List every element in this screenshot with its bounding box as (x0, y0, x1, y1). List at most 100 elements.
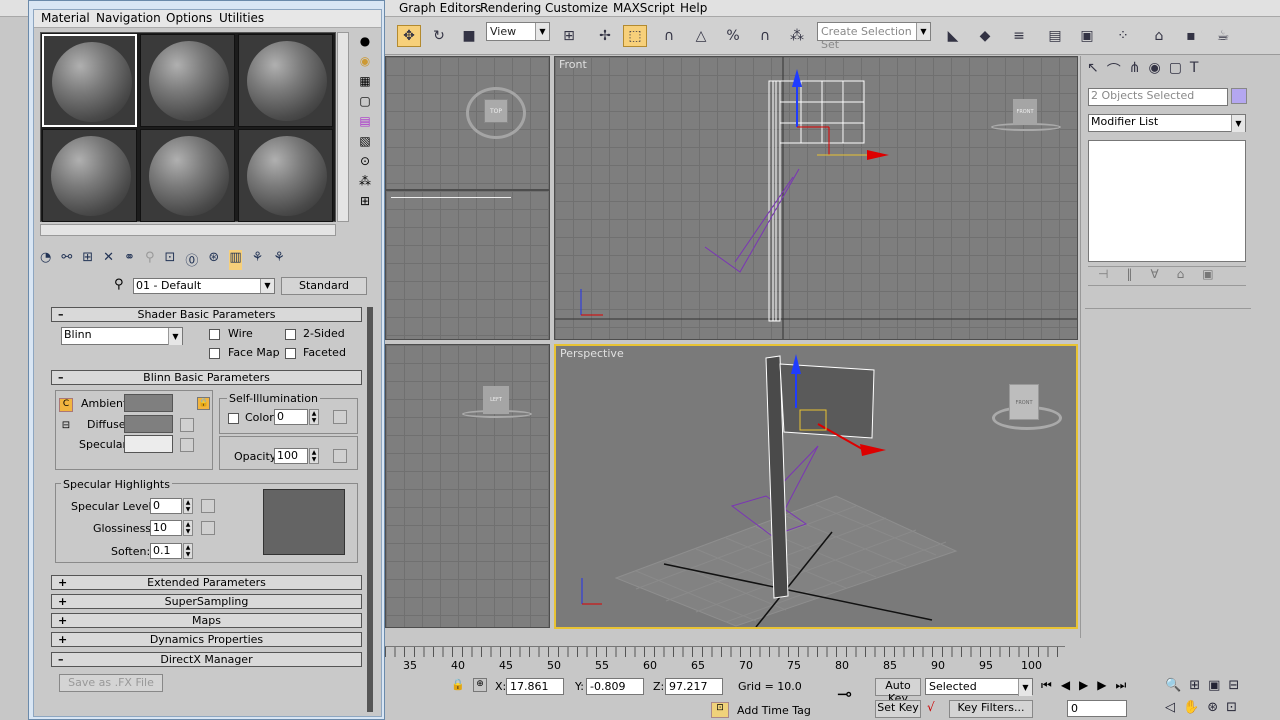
key-mode-dropdown[interactable]: Selected ▼ (925, 678, 1033, 696)
ambient-lock-icon[interactable]: C (59, 398, 73, 412)
slots-scrollbar[interactable] (337, 32, 349, 222)
assign-to-selection-icon[interactable]: ⊞ (82, 250, 93, 270)
zoom-extents-icon[interactable]: ▣ (1208, 678, 1220, 693)
sample-slot[interactable] (42, 34, 137, 127)
soften-spinner[interactable]: ▲ ▼ (183, 543, 193, 559)
key-filters-button[interactable]: Key Filters... (949, 700, 1033, 718)
configure-sets-icon[interactable]: ▣ (1202, 267, 1213, 285)
zoom-all-icon[interactable]: ⊞ (1189, 678, 1200, 693)
supersampling-header[interactable]: + SuperSampling (51, 594, 362, 609)
specular-level-field[interactable]: 0 (150, 498, 182, 514)
video-color-check-icon[interactable]: ▤ (359, 114, 370, 128)
maximize-viewport-icon[interactable]: ⊡ (1226, 700, 1237, 715)
extended-parameters-header[interactable]: + Extended Parameters (51, 575, 362, 590)
render-teapot-icon[interactable]: ☕ (1211, 25, 1235, 47)
keyboard-shortcut-toggle-icon[interactable]: ⬚ (623, 25, 647, 47)
material-name-field[interactable]: 01 - Default ▼ (133, 278, 275, 294)
wire-checkbox[interactable] (209, 329, 220, 340)
select-and-rotate-icon[interactable]: ↻ (427, 25, 451, 47)
me-menu-navigation[interactable]: Navigation (96, 11, 161, 25)
select-manipulate-icon[interactable]: ✢ (593, 25, 617, 47)
pick-material-icon[interactable]: ⚲ (114, 277, 124, 292)
show-map-in-viewport-icon[interactable]: ⊛ (208, 250, 219, 270)
viewcube-perspective[interactable]: FRONT (992, 380, 1062, 434)
zoom-extents-all-icon[interactable]: ⊟ (1228, 678, 1239, 693)
get-material-icon[interactable]: ◔ (40, 250, 51, 270)
show-end-result-icon[interactable]: ▥ (229, 250, 242, 270)
motion-tab-icon[interactable]: ◉ (1148, 60, 1160, 82)
maps-header[interactable]: + Maps (51, 613, 362, 628)
set-key-key-icon[interactable]: ⊸ (837, 684, 852, 705)
set-key-button[interactable]: Set Key (875, 700, 921, 718)
faceted-checkbox[interactable] (285, 348, 296, 359)
options-icon[interactable]: ⊙ (360, 154, 370, 168)
me-menu-utilities[interactable]: Utilities (219, 11, 264, 25)
background-checker-icon[interactable]: ▦ (359, 74, 370, 88)
align-icon[interactable]: ◆ (973, 25, 997, 47)
viewport-front[interactable]: Front FRONT (554, 56, 1078, 340)
snaps-toggle-icon[interactable]: ∩ (657, 25, 681, 47)
lock-icon[interactable]: 🔒 (451, 678, 465, 691)
pin-stack-icon[interactable]: ⊣ (1098, 267, 1108, 285)
viewport-top[interactable]: TOP (385, 56, 550, 190)
select-and-scale-icon[interactable]: ■ (457, 25, 481, 47)
viewcube-icon[interactable]: TOP (484, 99, 508, 123)
specular-level-map-button[interactable] (201, 499, 215, 513)
viewport-perspective[interactable]: Perspective FRONT (554, 344, 1078, 629)
diffuse-color-swatch[interactable] (124, 415, 173, 433)
shader-type-dropdown[interactable]: Blinn ▼ (61, 327, 183, 345)
reset-map-icon[interactable]: ✕ (103, 250, 114, 270)
menu-customize[interactable]: Customize (545, 1, 608, 15)
sample-type-sphere-icon[interactable]: ● (360, 34, 370, 48)
blinn-basic-header[interactable]: – Blinn Basic Parameters (51, 370, 362, 385)
shader-basic-header[interactable]: – Shader Basic Parameters (51, 307, 362, 322)
viewcube-front[interactable]: FRONT (991, 99, 1061, 131)
time-ruler[interactable]: 35 40 45 50 55 60 65 70 75 80 85 90 95 1… (385, 646, 1065, 672)
modifier-stack[interactable] (1088, 140, 1246, 262)
put-to-scene-icon[interactable]: ⚯ (61, 250, 72, 270)
viewport-top-lower[interactable] (385, 190, 550, 340)
field-of-view-icon[interactable]: ◁ (1165, 700, 1175, 715)
glossiness-spinner[interactable]: ▲ ▼ (183, 520, 193, 536)
menu-maxscript[interactable]: MAXScript (613, 1, 675, 15)
layer-manager-icon[interactable]: ≡ (1007, 25, 1031, 47)
current-frame-field[interactable]: 0 (1067, 700, 1127, 717)
go-to-parent-icon[interactable]: ⚘ (252, 250, 264, 270)
backlight-icon[interactable]: ◉ (360, 54, 370, 68)
two-sided-checkbox[interactable] (285, 329, 296, 340)
material-navigator-icon[interactable]: ⊞ (360, 194, 370, 208)
play-icon[interactable]: ▶ (1079, 678, 1088, 693)
me-menu-material[interactable]: Material (41, 11, 90, 25)
self-illum-value-field[interactable]: 0 (274, 409, 308, 425)
glossiness-field[interactable]: 10 (150, 520, 182, 536)
angle-snap-icon[interactable]: △ (689, 25, 713, 47)
soften-field[interactable]: 0.1 (150, 543, 182, 559)
y-coord-field[interactable]: -0.809 (586, 678, 644, 695)
go-to-start-icon[interactable]: ⏮ (1041, 678, 1052, 693)
dynamics-properties-header[interactable]: + Dynamics Properties (51, 632, 362, 647)
pan-hand-icon[interactable]: ✋ (1183, 700, 1199, 715)
ambient-color-swatch[interactable] (124, 394, 173, 412)
directx-manager-header[interactable]: – DirectX Manager (51, 652, 362, 667)
material-editor-icon[interactable]: ⁘ (1111, 25, 1135, 47)
sample-slot[interactable] (140, 34, 235, 127)
add-time-tag-button[interactable]: Add Time Tag (737, 704, 811, 717)
percent-snap-icon[interactable]: % (721, 25, 745, 47)
opacity-spinner[interactable]: ▲ ▼ (309, 448, 319, 464)
lock-icon[interactable]: 🔒 (197, 397, 210, 410)
hierarchy-tab-icon[interactable]: ⋔ (1129, 60, 1141, 82)
edit-named-selection-icon[interactable]: ⁂ (785, 25, 809, 47)
viewport-left[interactable]: LEFT (385, 344, 550, 628)
self-illum-spinner[interactable]: ▲ ▼ (309, 409, 319, 425)
glossiness-map-button[interactable] (201, 521, 215, 535)
menu-rendering[interactable]: Rendering (480, 1, 541, 15)
graphite-ribbon-icon[interactable]: ▤ (1043, 25, 1067, 47)
auto-key-button[interactable]: Auto Key (875, 678, 921, 705)
pivot-center-icon[interactable]: ⊞ (557, 25, 581, 47)
specular-color-swatch[interactable] (124, 435, 173, 453)
modifier-list-dropdown[interactable]: Modifier List ▼ (1088, 114, 1246, 132)
sample-slot[interactable] (238, 34, 333, 127)
selection-name-field[interactable]: 2 Objects Selected (1088, 88, 1228, 106)
named-selection-set-dropdown[interactable]: Create Selection Set ▼ (817, 22, 931, 51)
render-setup-icon[interactable]: ⌂ (1147, 25, 1171, 47)
